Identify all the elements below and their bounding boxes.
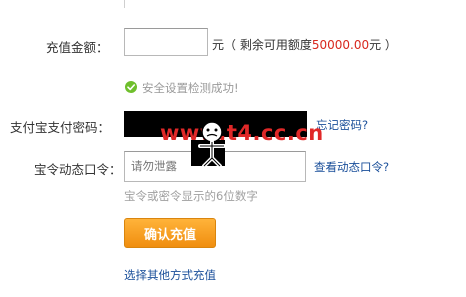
unit-label: 元 bbox=[212, 38, 225, 52]
amount-input[interactable] bbox=[124, 28, 208, 56]
amount-label: 充值金额： bbox=[46, 40, 109, 55]
confirm-recharge-button[interactable]: 确认充值 bbox=[124, 218, 216, 248]
view-token-link[interactable]: 查看动态口令? bbox=[314, 159, 389, 175]
token-label: 宝令动态口令： bbox=[34, 162, 122, 177]
quota-value: 50000.00 bbox=[311, 38, 370, 52]
watermark-logo-icon bbox=[192, 120, 232, 171]
other-methods-link[interactable]: 选择其他方式充值 bbox=[124, 267, 216, 283]
token-hint: 宝令或密令显示的6位数字 bbox=[124, 189, 258, 203]
quota-prefix: （ 剩余可用额度 bbox=[224, 38, 312, 52]
watermark-text: www.t4.cc.cn bbox=[160, 121, 324, 145]
check-circle-icon bbox=[125, 81, 137, 93]
forgot-password-link[interactable]: 忘记密码? bbox=[316, 117, 368, 133]
security-ok-text: 安全设置检测成功! bbox=[142, 81, 239, 95]
pay-password-label: 支付宝支付密码： bbox=[10, 120, 111, 135]
quota-info: 元（ 剩余可用额度50000.00元 ） bbox=[212, 36, 397, 53]
quota-suffix: 元 ） bbox=[369, 38, 397, 52]
top-divider bbox=[124, 0, 125, 8]
